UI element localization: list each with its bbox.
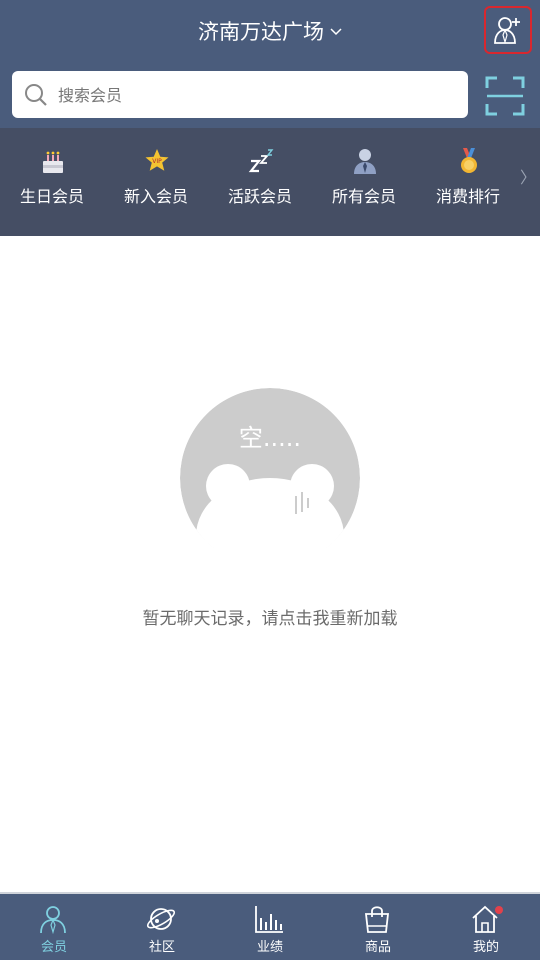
category-label: 消费排行 bbox=[435, 187, 500, 206]
empty-state-illustration: 空..... bbox=[180, 388, 360, 548]
category-birthday-members[interactable]: 生日会员 bbox=[0, 128, 104, 236]
add-person-icon bbox=[494, 17, 520, 45]
category-all-members[interactable]: 所有会员 bbox=[312, 128, 416, 236]
empty-illustration-text: 空..... bbox=[239, 424, 301, 452]
tab-performance[interactable]: 业绩 bbox=[216, 894, 324, 960]
category-label: 新入会员 bbox=[123, 187, 188, 206]
store-name[interactable]: 济南万达广场 bbox=[198, 16, 324, 46]
person-icon bbox=[354, 149, 376, 174]
category-new-members[interactable]: VIP 新入会员 bbox=[104, 128, 208, 236]
medal-icon bbox=[461, 148, 477, 173]
planet-icon bbox=[146, 908, 176, 930]
category-label: 所有会员 bbox=[331, 187, 396, 206]
empty-message[interactable]: 暂无聊天记录，请点击我重新加载 bbox=[0, 604, 540, 629]
add-member-button[interactable] bbox=[484, 6, 532, 54]
zzz-icon bbox=[248, 149, 274, 173]
member-icon bbox=[40, 906, 66, 934]
scan-icon[interactable] bbox=[485, 76, 525, 116]
store-selector[interactable]: 济南万达广场 bbox=[0, 0, 540, 62]
tab-products[interactable]: 商品 bbox=[324, 894, 432, 960]
svg-text:VIP: VIP bbox=[152, 158, 162, 165]
notification-dot bbox=[495, 906, 503, 914]
tab-label: 我的 bbox=[472, 940, 499, 955]
search-bar bbox=[0, 62, 540, 128]
category-spending-rank[interactable]: 消费排行 bbox=[416, 128, 520, 236]
tab-community[interactable]: 社区 bbox=[108, 894, 216, 960]
search-icon bbox=[25, 84, 47, 106]
vip-star-icon: VIP bbox=[145, 149, 169, 171]
tab-label: 业绩 bbox=[256, 940, 283, 955]
tab-label: 社区 bbox=[148, 940, 175, 955]
search-input[interactable] bbox=[56, 79, 450, 111]
tab-mine[interactable]: 我的 bbox=[432, 894, 540, 960]
category-label: 活跃会员 bbox=[227, 187, 292, 206]
bottom-tab-bar: 会员 社区 业绩 商品 我的 bbox=[0, 892, 540, 960]
birthday-cake-icon bbox=[43, 151, 63, 173]
chevron-down-icon[interactable] bbox=[330, 25, 342, 37]
chevron-right-icon[interactable]: 〉 bbox=[520, 164, 536, 188]
tab-member[interactable]: 会员 bbox=[0, 894, 108, 960]
shopping-bag-icon bbox=[364, 906, 390, 933]
bar-chart-icon bbox=[255, 906, 283, 933]
category-active-members[interactable]: 活跃会员 bbox=[208, 128, 312, 236]
tab-label: 会员 bbox=[40, 940, 67, 955]
tab-label: 商品 bbox=[364, 940, 391, 955]
top-header: 济南万达广场 bbox=[0, 0, 540, 62]
category-bar: 生日会员 VIP 新入会员 活跃会员 所有会员 消费排行 〉 bbox=[0, 128, 540, 236]
category-label: 生日会员 bbox=[19, 187, 84, 206]
search-box[interactable] bbox=[12, 71, 468, 118]
